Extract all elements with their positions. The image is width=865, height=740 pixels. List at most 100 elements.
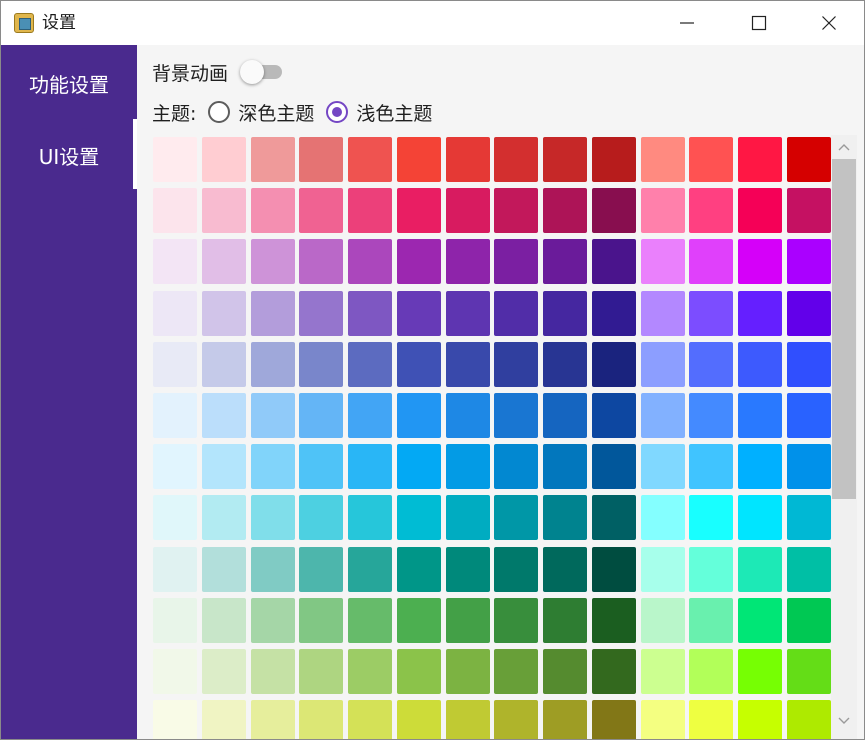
color-swatch[interactable] [299, 648, 344, 694]
color-swatch[interactable] [543, 137, 588, 182]
color-swatch[interactable] [299, 290, 344, 336]
color-swatch[interactable] [591, 137, 636, 182]
maximize-button[interactable] [723, 1, 795, 45]
color-swatch[interactable] [689, 546, 734, 592]
color-swatch[interactable] [786, 341, 831, 387]
color-swatch[interactable] [543, 700, 588, 739]
color-swatch[interactable] [250, 188, 295, 234]
scrollbar-thumb[interactable] [832, 159, 856, 499]
color-swatch[interactable] [494, 495, 539, 541]
color-swatch[interactable] [396, 495, 441, 541]
color-swatch[interactable] [250, 546, 295, 592]
color-swatch[interactable] [494, 392, 539, 438]
color-swatch[interactable] [689, 239, 734, 285]
color-swatch[interactable] [738, 137, 783, 182]
color-swatch[interactable] [153, 495, 197, 541]
color-swatch[interactable] [299, 546, 344, 592]
color-swatch[interactable] [348, 341, 393, 387]
color-swatch[interactable] [153, 341, 197, 387]
color-swatch[interactable] [786, 597, 831, 643]
color-swatch[interactable] [640, 341, 685, 387]
close-button[interactable] [793, 1, 864, 45]
color-swatch[interactable] [494, 648, 539, 694]
color-swatch[interactable] [250, 137, 295, 182]
color-swatch[interactable] [153, 188, 197, 234]
color-swatch[interactable] [738, 392, 783, 438]
color-swatch[interactable] [494, 546, 539, 592]
color-swatch[interactable] [640, 546, 685, 592]
color-swatch[interactable] [201, 290, 246, 336]
color-swatch[interactable] [250, 700, 295, 739]
color-swatch[interactable] [786, 137, 831, 182]
color-swatch[interactable] [396, 597, 441, 643]
color-swatch[interactable] [591, 392, 636, 438]
color-swatch[interactable] [396, 290, 441, 336]
color-swatch[interactable] [348, 546, 393, 592]
color-swatch[interactable] [689, 392, 734, 438]
color-swatch[interactable] [201, 700, 246, 739]
color-swatch[interactable] [299, 444, 344, 490]
color-swatch[interactable] [153, 444, 197, 490]
color-swatch[interactable] [201, 546, 246, 592]
color-swatch[interactable] [494, 444, 539, 490]
color-swatch[interactable] [201, 137, 246, 182]
sidebar-item-function-settings[interactable]: 功能设置 [1, 47, 137, 119]
color-swatch[interactable] [250, 597, 295, 643]
color-swatch[interactable] [153, 392, 197, 438]
color-swatch[interactable] [689, 188, 734, 234]
color-swatch[interactable] [543, 290, 588, 336]
color-swatch[interactable] [689, 290, 734, 336]
color-swatch[interactable] [591, 444, 636, 490]
color-swatch[interactable] [348, 392, 393, 438]
color-swatch[interactable] [201, 392, 246, 438]
color-swatch[interactable] [591, 341, 636, 387]
color-swatch[interactable] [591, 495, 636, 541]
color-swatch[interactable] [640, 648, 685, 694]
color-swatch[interactable] [201, 341, 246, 387]
color-swatch[interactable] [494, 341, 539, 387]
color-swatch[interactable] [543, 546, 588, 592]
color-swatch[interactable] [543, 648, 588, 694]
color-swatch[interactable] [786, 188, 831, 234]
color-swatch[interactable] [543, 597, 588, 643]
color-swatch[interactable] [786, 290, 831, 336]
color-swatch[interactable] [494, 137, 539, 182]
color-swatch[interactable] [786, 546, 831, 592]
color-swatch[interactable] [640, 392, 685, 438]
color-swatch[interactable] [738, 341, 783, 387]
color-swatch[interactable] [591, 290, 636, 336]
palette-scrollbar[interactable] [831, 135, 857, 739]
color-swatch[interactable] [445, 392, 490, 438]
color-swatch[interactable] [299, 597, 344, 643]
color-swatch[interactable] [786, 239, 831, 285]
dark-theme-radio[interactable]: 深色主题 [208, 99, 314, 126]
color-swatch[interactable] [738, 444, 783, 490]
color-swatch[interactable] [543, 341, 588, 387]
color-swatch[interactable] [348, 597, 393, 643]
color-swatch[interactable] [786, 495, 831, 541]
color-swatch[interactable] [640, 137, 685, 182]
scroll-down-button[interactable] [831, 709, 857, 733]
color-swatch[interactable] [153, 137, 197, 182]
color-swatch[interactable] [299, 495, 344, 541]
color-swatch[interactable] [153, 648, 197, 694]
color-swatch[interactable] [250, 495, 295, 541]
color-swatch[interactable] [348, 648, 393, 694]
color-swatch[interactable] [153, 546, 197, 592]
color-swatch[interactable] [396, 546, 441, 592]
color-swatch[interactable] [786, 700, 831, 739]
color-swatch[interactable] [445, 597, 490, 643]
color-swatch[interactable] [445, 239, 490, 285]
color-swatch[interactable] [299, 137, 344, 182]
color-swatch[interactable] [348, 444, 393, 490]
color-swatch[interactable] [348, 290, 393, 336]
color-swatch[interactable] [299, 188, 344, 234]
color-swatch[interactable] [201, 239, 246, 285]
sidebar-item-ui-settings[interactable]: UI设置 [1, 119, 137, 191]
color-swatch[interactable] [396, 392, 441, 438]
color-swatch[interactable] [786, 392, 831, 438]
color-swatch[interactable] [348, 188, 393, 234]
color-swatch[interactable] [445, 495, 490, 541]
color-swatch[interactable] [494, 290, 539, 336]
color-swatch[interactable] [445, 700, 490, 739]
